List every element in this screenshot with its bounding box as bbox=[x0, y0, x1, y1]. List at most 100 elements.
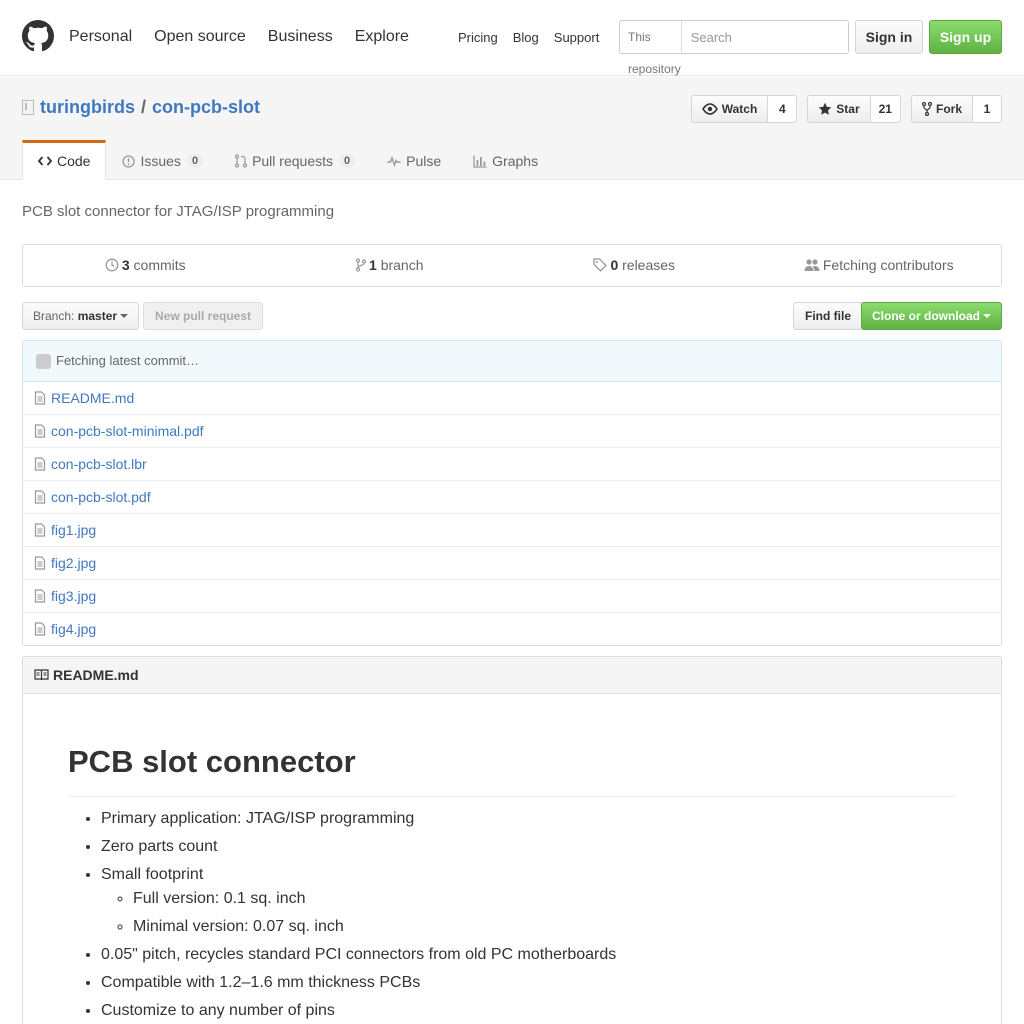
site-header: Personal Open source Business Explore Pr… bbox=[0, 0, 1024, 76]
nav-support[interactable]: Support bbox=[554, 30, 600, 45]
nav-explore[interactable]: Explore bbox=[355, 28, 409, 46]
tab-pull-requests[interactable]: Pull requests 0 bbox=[219, 140, 371, 180]
star-button[interactable]: Star bbox=[807, 95, 871, 123]
repo-name: con-pcb-slot bbox=[152, 97, 261, 117]
releases-link[interactable]: 0 releases bbox=[512, 245, 757, 286]
readme-header: README.md bbox=[22, 656, 1002, 694]
file-row: fig4.jpg bbox=[23, 612, 1001, 645]
tab-pulse[interactable]: Pulse bbox=[371, 140, 457, 180]
file-text-icon bbox=[34, 490, 46, 504]
file-text-icon bbox=[34, 424, 46, 438]
file-row: README.md bbox=[23, 381, 1001, 414]
file-list: README.md con-pcb-slot-minimal.pdf con-p… bbox=[22, 381, 1002, 646]
releases-label: releases bbox=[622, 257, 676, 273]
list-item: Full version: 0.1 sq. inch bbox=[133, 889, 956, 909]
branch-select-button[interactable]: Branch: master bbox=[22, 302, 140, 330]
git-pull-request-icon bbox=[235, 154, 248, 168]
tab-issues-label: Issues bbox=[140, 153, 181, 169]
file-link[interactable]: fig3.jpg bbox=[51, 588, 96, 604]
graph-icon bbox=[473, 155, 487, 168]
repo-nav: Code Issues 0 Pull requests 0 Pulse Grap… bbox=[22, 140, 554, 180]
file-link[interactable]: fig2.jpg bbox=[51, 555, 96, 571]
tab-issues[interactable]: Issues 0 bbox=[106, 140, 219, 180]
file-row: con-pcb-slot.lbr bbox=[23, 447, 1001, 480]
watch-label: Watch bbox=[721, 102, 758, 116]
file-text-icon bbox=[34, 622, 46, 636]
sign-up-button[interactable]: Sign up bbox=[929, 20, 1002, 54]
file-row: fig1.jpg bbox=[23, 513, 1001, 546]
search-input[interactable] bbox=[681, 21, 867, 53]
file-text-icon bbox=[34, 556, 46, 570]
avatar bbox=[36, 354, 51, 369]
tab-pulls-label: Pull requests bbox=[252, 153, 333, 169]
star-group: Star 21 bbox=[807, 95, 901, 123]
sign-in-button[interactable]: Sign in bbox=[855, 20, 923, 54]
fork-icon bbox=[921, 102, 932, 116]
file-link[interactable]: con-pcb-slot.lbr bbox=[51, 456, 147, 472]
github-logo-icon[interactable] bbox=[22, 20, 54, 52]
file-text-icon bbox=[34, 589, 46, 603]
pulls-counter: 0 bbox=[339, 154, 356, 168]
star-icon bbox=[818, 102, 832, 115]
issue-opened-icon bbox=[122, 154, 136, 168]
watch-group: Watch 4 bbox=[690, 95, 798, 123]
nav-pricing[interactable]: Pricing bbox=[458, 30, 498, 45]
star-label: Star bbox=[836, 102, 860, 116]
fork-button[interactable]: Fork bbox=[910, 95, 973, 123]
find-file-button[interactable]: Find file bbox=[793, 302, 863, 330]
list-item-text: Small footprint bbox=[101, 866, 204, 884]
new-pull-request-button[interactable]: New pull request bbox=[143, 302, 264, 330]
file-navigation: Branch: master New pull request Find fil… bbox=[22, 302, 1002, 330]
contributors-link[interactable]: Fetching contributors bbox=[757, 245, 1002, 286]
file-text-icon bbox=[34, 390, 46, 405]
repo-title: turingbirds / con-pcb-slot bbox=[22, 97, 260, 118]
book-icon bbox=[34, 669, 49, 681]
commits-label: commits bbox=[133, 257, 186, 273]
tab-code[interactable]: Code bbox=[22, 140, 107, 180]
file-link[interactable]: con-pcb-slot.pdf bbox=[51, 489, 151, 505]
branch-prefix: Branch: bbox=[33, 309, 75, 323]
star-count[interactable]: 21 bbox=[870, 95, 901, 123]
nav-business[interactable]: Business bbox=[268, 28, 333, 46]
tab-pulse-label: Pulse bbox=[406, 153, 442, 169]
list-item: 0.05" pitch, recycles standard PCI conne… bbox=[101, 945, 956, 965]
contributors-label: Fetching contributors bbox=[822, 257, 954, 273]
list-item: Primary application: JTAG/ISP programmin… bbox=[101, 809, 956, 829]
repo-owner-link[interactable]: turingbirds bbox=[40, 97, 135, 118]
nav-blog[interactable]: Blog bbox=[513, 30, 539, 45]
clone-label: Clone or download bbox=[872, 309, 980, 323]
tag-icon bbox=[593, 258, 608, 272]
file-row: con-pcb-slot-minimal.pdf bbox=[23, 414, 1001, 447]
branch-label: branch bbox=[380, 257, 424, 273]
repo-name-link[interactable]: con-pcb-slot bbox=[152, 97, 260, 118]
list-item: Minimal version: 0.07 sq. inch bbox=[133, 917, 956, 937]
branches-link[interactable]: 1 branch bbox=[268, 245, 513, 286]
nav-personal[interactable]: Personal bbox=[69, 28, 132, 46]
search-scope-label[interactable]: This repository bbox=[620, 21, 682, 76]
watch-count[interactable]: 4 bbox=[768, 95, 798, 123]
issues-counter: 0 bbox=[186, 154, 204, 168]
file-text-icon bbox=[34, 457, 46, 471]
list-item: Zero parts count bbox=[101, 837, 956, 857]
repo-actions: Watch 4 Star 21 Fork 1 bbox=[681, 95, 1002, 123]
list-item: Customize to any number of pins bbox=[101, 1001, 956, 1021]
file-row: fig3.jpg bbox=[23, 579, 1001, 612]
nav-open-source[interactable]: Open source bbox=[154, 28, 246, 46]
tab-graphs[interactable]: Graphs bbox=[457, 140, 554, 180]
file-link[interactable]: fig4.jpg bbox=[51, 621, 96, 637]
file-link[interactable]: con-pcb-slot-minimal.pdf bbox=[51, 423, 204, 439]
fork-count[interactable]: 1 bbox=[973, 95, 1002, 123]
list-item: Compatible with 1.2–1.6 mm thickness PCB… bbox=[101, 973, 956, 993]
fork-group: Fork 1 bbox=[910, 95, 1002, 123]
numbers-summary: 3 commits 1 branch 0 releases Fetching c… bbox=[22, 244, 1002, 287]
watch-button[interactable]: Watch bbox=[690, 95, 769, 123]
list-item: Small footprint Full version: 0.1 sq. in… bbox=[101, 865, 956, 937]
file-row: fig2.jpg bbox=[23, 546, 1001, 579]
file-link[interactable]: fig1.jpg bbox=[51, 522, 96, 538]
releases-count: 0 bbox=[610, 257, 619, 273]
commits-link[interactable]: 3 commits bbox=[23, 245, 268, 286]
clone-download-button[interactable]: Clone or download bbox=[861, 302, 1002, 330]
file-link[interactable]: README.md bbox=[51, 390, 134, 406]
commits-count: 3 bbox=[121, 257, 130, 273]
tab-graphs-label: Graphs bbox=[492, 153, 539, 169]
